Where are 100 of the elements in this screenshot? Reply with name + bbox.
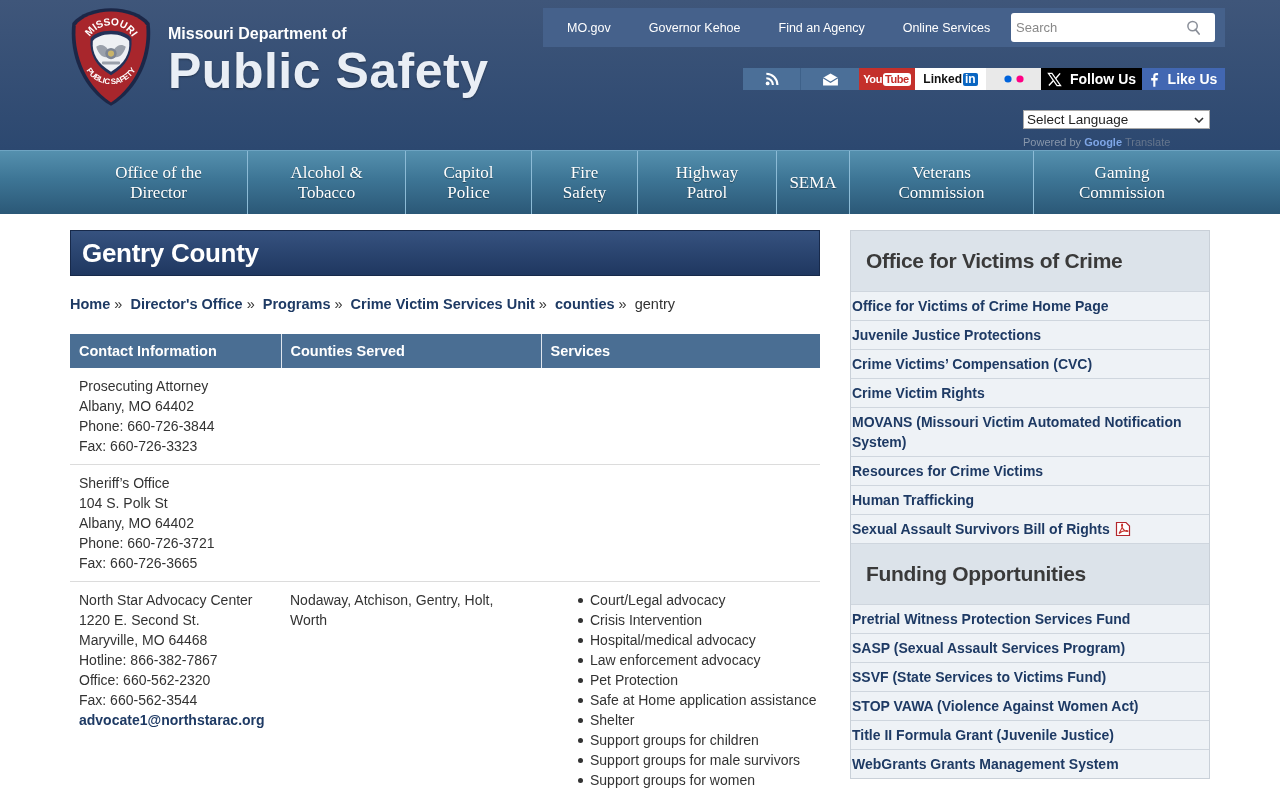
contact-line: Office: 660-562-2320: [79, 671, 212, 690]
logo-tile: in: [963, 72, 978, 86]
sidebar-link[interactable]: Resources for Crime Victims: [851, 457, 1209, 486]
contact-line: Albany, MO 64402: [79, 397, 195, 416]
sidebar-link[interactable]: WebGrants Grants Management System: [851, 750, 1209, 778]
counties-text: Nodaway, Atchison, Gentry, Holt, Worth: [290, 591, 495, 630]
two-dots-icon: [1003, 75, 1024, 83]
breadcrumb-link[interactable]: Crime Victim Services Unit: [350, 296, 535, 312]
youtube-button[interactable]: You Tube: [859, 68, 915, 90]
nav-link[interactable]: Gaming Commission: [1033, 151, 1210, 214]
top-link[interactable]: Online Services: [883, 20, 1010, 35]
x-letter-icon: [1046, 71, 1062, 87]
contact-line: 1220 E. Second St.: [79, 611, 201, 630]
contact-line: Albany, MO 64402: [79, 514, 195, 533]
column-header: Contact Information: [70, 334, 281, 368]
follow-button[interactable]: Follow Us: [1041, 68, 1142, 90]
email-link[interactable]: advocate1@northstarac.org: [79, 710, 272, 730]
logo-subtitle: Missouri Department of: [168, 24, 348, 44]
breadcrumb-link[interactable]: counties: [554, 296, 615, 312]
pdf-document-icon: [1114, 521, 1131, 537]
breadcrumb-link[interactable]: Home: [70, 296, 111, 312]
f-letter-icon: [1149, 71, 1159, 87]
contact-line: Phone: 660-726-3844: [79, 417, 216, 436]
sidebar-link[interactable]: STOP VAWA (Violence Against Women Act): [851, 692, 1209, 721]
sidebar-link[interactable]: Human Trafficking: [851, 486, 1209, 515]
service-item: Court/Legal advocacy: [590, 591, 726, 610]
bullet-icon: [578, 657, 583, 663]
nav-link[interactable]: Fire Safety: [531, 151, 637, 214]
email-button[interactable]: [801, 68, 859, 90]
breadcrumb-separator: »: [246, 296, 255, 312]
shield-badge-icon: [71, 8, 151, 106]
nav-link[interactable]: Capitol Police: [405, 151, 531, 214]
sidebar-link[interactable]: SSVF (State Services to Victims Fund): [851, 663, 1209, 692]
powered-by-text: Powered by: [1023, 136, 1082, 148]
page-title: Gentry County: [82, 238, 259, 268]
breadcrumb-separator: »: [538, 296, 547, 312]
bullet-icon: [578, 777, 583, 783]
language-select[interactable]: Select Language: [1023, 110, 1210, 129]
bullet-icon: [578, 717, 583, 723]
nav-link[interactable]: Highway Patrol: [637, 151, 776, 214]
sidebar-link[interactable]: Sexual Assault Survivors Bill of Rights: [851, 515, 1209, 544]
contact-line: 104 S. Polk St: [79, 494, 169, 513]
breadcrumb-separator: »: [618, 296, 627, 312]
bullet-icon: [578, 737, 583, 743]
nav-link[interactable]: Office of the Director: [70, 151, 247, 214]
service-item: Support groups for women: [590, 771, 755, 790]
bullet-icon: [578, 637, 583, 643]
logo-tile: Tube: [882, 72, 911, 86]
rss-feed-button[interactable]: [743, 68, 801, 90]
bullet-icon: [578, 757, 583, 763]
contact-line: Sheriff’s Office: [79, 474, 171, 493]
nav-link[interactable]: Veterans Commission: [849, 151, 1033, 214]
flickr-button[interactable]: [986, 68, 1041, 90]
top-link[interactable]: Governor Kehoe: [629, 20, 760, 35]
bullet-icon: [578, 617, 583, 623]
sidebar-link[interactable]: Pretrial Witness Protection Services Fund: [851, 605, 1209, 634]
top-link[interactable]: Find an Agency: [759, 20, 884, 35]
envelope-icon: [821, 72, 839, 86]
service-item: Pet Protection: [590, 671, 678, 690]
logo-title: Public Safety: [168, 44, 489, 98]
search-field[interactable]: Search: [1011, 13, 1215, 42]
chevron-down-icon: [1194, 116, 1204, 123]
breadcrumb-link[interactable]: Programs: [262, 296, 331, 312]
sidebar-link[interactable]: Crime Victims’ Compensation (CVC): [851, 350, 1209, 379]
contact-line: North Star Advocacy Center: [79, 591, 254, 610]
sidebar-heading: Funding Opportunities: [851, 544, 1209, 605]
sidebar-heading: Office for Victims of Crime: [851, 231, 1209, 292]
breadcrumb-separator: »: [334, 296, 343, 312]
linkedin-button[interactable]: Linked in: [915, 68, 986, 90]
service-item: Hospital/medical advocacy: [590, 631, 756, 650]
service-item: Support groups for children: [590, 731, 759, 750]
breadcrumb-link[interactable]: Director's Office: [130, 296, 243, 312]
bullet-icon: [578, 597, 583, 603]
sidebar-link[interactable]: Office for Victims of Crime Home Page: [851, 292, 1209, 321]
breadcrumb-current: gentry: [634, 296, 675, 312]
contact-line: Fax: 660-562-3544: [79, 691, 199, 710]
contact-line: Hotline: 866-382-7867: [79, 651, 219, 670]
google-logo-text: Google: [1084, 136, 1123, 148]
sidebar-link[interactable]: MOVANS (Missouri Victim Automated Notification System): [851, 408, 1209, 457]
rss-icon: [764, 72, 779, 86]
search-icon[interactable]: [1186, 20, 1201, 35]
nav-link[interactable]: SEMA: [776, 151, 849, 214]
column-header: Services: [541, 334, 820, 368]
contact-line: Fax: 660-726-3323: [79, 437, 199, 456]
nav-link[interactable]: Alcohol & Tobacco: [247, 151, 405, 214]
service-item: Crisis Intervention: [590, 611, 703, 630]
contact-line: Phone: 660-726-3721: [79, 534, 216, 553]
service-item: Shelter: [590, 711, 635, 730]
contact-line: Maryville, MO 64468: [79, 631, 209, 650]
bullet-icon: [578, 697, 583, 703]
top-link[interactable]: MO.gov: [548, 20, 630, 35]
sidebar-link[interactable]: Crime Victim Rights: [851, 379, 1209, 408]
like-button[interactable]: Like Us: [1142, 68, 1225, 90]
service-item: Support groups for male survivors: [590, 751, 801, 770]
sidebar-link[interactable]: Juvenile Justice Protections: [851, 321, 1209, 350]
breadcrumb-separator: »: [114, 296, 123, 312]
contact-line: Prosecuting Attorney: [79, 377, 210, 396]
sidebar-link[interactable]: SASP (Sexual Assault Services Program): [851, 634, 1209, 663]
sidebar-link[interactable]: Title II Formula Grant (Juvenile Justice): [851, 721, 1209, 750]
service-item: Safe at Home application assistance: [590, 691, 817, 710]
